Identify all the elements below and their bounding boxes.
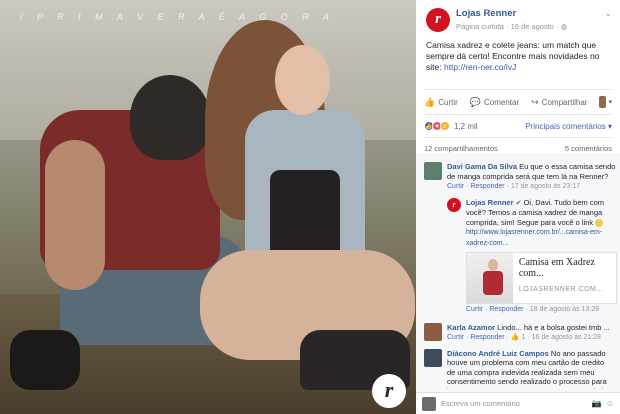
share-label: Compartilhar: [541, 97, 588, 107]
comments-list: Davi Gama Da Silva Eu que o essa camisa …: [416, 153, 620, 414]
commenter-name[interactable]: Diácono André Luiz Campos: [447, 349, 549, 358]
preview-thumbnail: [467, 253, 513, 303]
post-panel: r Lojas Renner Página curtida · 16 de ag…: [416, 0, 620, 414]
comment-actions: Curtir · Responder · 17 de agosto às 23:…: [447, 183, 581, 190]
viewer-avatar[interactable]: [599, 96, 607, 108]
preview-title: Camisa em Xadrez com...: [518, 257, 595, 279]
page-name-link[interactable]: Lojas Renner: [456, 8, 604, 19]
link-preview-card[interactable]: Camisa em Xadrez com... LOJASRENNER.COM.…: [466, 252, 617, 304]
comment-sort-label: Principais comentários: [525, 121, 606, 131]
reply-like-link[interactable]: Curtir: [466, 306, 483, 313]
write-comment-bar: Escreva um comentário 📷 ☺: [416, 392, 620, 414]
verified-badge-icon: ✔: [515, 199, 522, 207]
comment-text: Lindo... há e a bolsa gostei tmb ...: [497, 322, 610, 332]
reply-reply-link[interactable]: Responder: [489, 306, 523, 313]
commenter-name[interactable]: Karla Azamor: [447, 323, 495, 332]
smiley-icon[interactable]: ☺: [606, 399, 614, 408]
preview-domain: LOJASRENNER.COM...: [518, 286, 604, 293]
commenter-avatar[interactable]: [424, 348, 442, 367]
comment-input[interactable]: Escreva um comentário: [441, 399, 588, 408]
chevron-down-icon[interactable]: ⌄: [604, 8, 612, 19]
like-label: Curtir: [438, 97, 458, 107]
comment-item: Diácono André Luiz Campos No ano passado…: [424, 348, 612, 389]
viewer-avatar: [422, 396, 436, 411]
post-header: r Lojas Renner Página curtida · 16 de ag…: [416, 0, 620, 32]
reply-avatar[interactable]: r: [447, 197, 461, 212]
share-button[interactable]: ↪ Compartilhar: [531, 97, 587, 108]
like-button[interactable]: 👍 Curtir: [424, 97, 458, 108]
caption-link[interactable]: http://ren-ner.co/ivJ: [444, 62, 516, 72]
comment-reply-link[interactable]: Responder: [470, 334, 504, 341]
post-actions: 👍 Curtir 💬 Comentar ↪ Compartilhar ▾: [424, 89, 612, 115]
share-count[interactable]: 12 compartilhamentos: [424, 144, 498, 153]
reaction-count[interactable]: 1,2 mil: [454, 122, 478, 131]
comment-time: 16 de agosto às 21:28: [531, 334, 601, 341]
comment-count[interactable]: 5 comentários: [565, 144, 612, 153]
like-small-icon: 👍: [510, 334, 520, 341]
comment-button[interactable]: 💬 Comentar: [470, 97, 519, 108]
reply-link[interactable]: http://www.lojasrenner.com.br/...camisa-…: [466, 229, 602, 247]
camera-icon[interactable]: 📷: [592, 399, 602, 408]
commenter-name[interactable]: Davi Gama Da Silva: [447, 162, 517, 171]
reply-author[interactable]: Lojas Renner: [466, 198, 514, 207]
page-avatar[interactable]: r: [426, 8, 450, 32]
commenter-avatar[interactable]: [424, 322, 442, 341]
man-cap: [130, 75, 210, 160]
comment-like-link[interactable]: Curtir: [447, 183, 464, 190]
globe-icon: ◍: [560, 22, 568, 31]
post-meta: Página curtida · 16 de agosto · ◍: [456, 22, 604, 31]
comment-icon: 💬: [469, 96, 481, 107]
reply-actions: Curtir · Responder · 18 de agosto às 13:…: [466, 306, 600, 313]
share-icon: ↪: [531, 96, 539, 107]
comment-reply: r Lojas Renner ✔ Oi, Davi. Tudo bem com …: [447, 197, 617, 315]
woman-face: [275, 45, 330, 115]
caret-down-icon[interactable]: ▾: [608, 98, 612, 106]
comment-sort-dropdown[interactable]: Principais comentários ▾: [525, 122, 612, 131]
man-boot: [10, 330, 80, 390]
commenter-avatar[interactable]: [424, 162, 442, 180]
comment-like-count[interactable]: 1: [522, 334, 526, 341]
wow-reaction-icon[interactable]: ☺: [440, 121, 450, 131]
post-caption: Camisa xadrez e colete jeans: um match q…: [416, 32, 620, 73]
thumbs-up-icon: 👍: [424, 96, 436, 107]
comment-actions: Curtir · Responder · 👍 1 · 16 de agosto …: [447, 334, 601, 341]
photo-brand-logo: r: [372, 374, 406, 408]
post-photo[interactable]: / P R I M A V E R A É A G O R A r: [0, 0, 416, 414]
preview-model-shirt: [483, 271, 503, 295]
comment-like-link[interactable]: Curtir: [447, 334, 464, 341]
comment-label: Comentar: [484, 97, 520, 107]
comment-time: 17 de agosto às 23:17: [510, 183, 581, 190]
smile-emoji-icon: [595, 218, 604, 227]
share-comment-counts: 12 compartilhamentos 5 comentários: [424, 137, 612, 153]
comment-item: Davi Gama Da Silva Eu que o essa camisa …: [424, 162, 617, 315]
reply-time: 18 de agosto às 13:28: [529, 306, 600, 313]
preview-model-head: [488, 259, 498, 271]
reaction-stats: 👍 ♥ ☺ 1,2 mil Principais comentários ▾: [416, 115, 620, 131]
comment-item: Karla Azamor Lindo... há e a bolsa goste…: [424, 322, 612, 343]
comment-reply-link[interactable]: Responder: [470, 183, 504, 190]
man-arm: [45, 140, 105, 290]
post-meta-label: Página curtida · 16 de agosto ·: [456, 22, 559, 31]
photo-banner: / P R I M A V E R A É A G O R A: [20, 12, 335, 22]
